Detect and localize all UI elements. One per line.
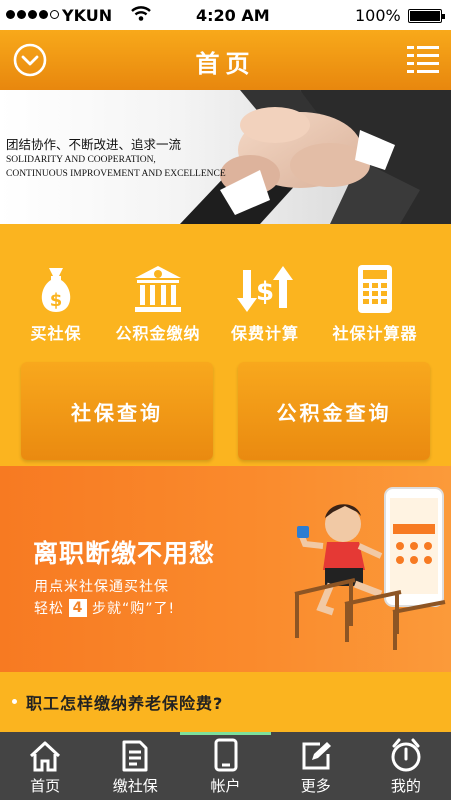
menu-list-icon[interactable]: [407, 44, 439, 74]
status-bar: YKUN 4:20 AM 100%: [0, 0, 451, 30]
promo-line2-prefix: 轻松: [34, 601, 64, 617]
tab-mine[interactable]: 我的: [361, 732, 451, 800]
service-social-insurance-calculator[interactable]: 社保计算器: [322, 264, 428, 344]
article-title: 职工怎样缴纳养老保险费?: [26, 694, 224, 713]
promo-line2: 轻松 4 步就“购”了!: [34, 598, 175, 618]
tab-label: 缴社保: [112, 777, 158, 795]
banner-slogan-en-line1: SOLIDARITY AND COOPERATION,: [6, 155, 156, 165]
nav-bar: 首页: [0, 30, 451, 90]
battery-percent: 100%: [355, 6, 401, 25]
svg-text:$: $: [50, 290, 63, 311]
clock-icon: [391, 738, 421, 772]
banner-carousel[interactable]: 团结协作、不断改进、追求一流 SOLIDARITY AND COOPERATIO…: [0, 90, 451, 224]
money-bag-icon: $: [41, 268, 71, 312]
promo-headline: 离职断缴不用愁: [33, 539, 216, 568]
service-premium-calculation[interactable]: $ 保费计算: [222, 264, 308, 344]
document-icon: [122, 740, 148, 772]
edit-icon: [302, 742, 331, 770]
svg-text:$: $: [256, 277, 274, 307]
banner-slogan-en: SOLIDARITY AND COOPERATION, CONTINUOUS I…: [6, 153, 226, 181]
tab-more[interactable]: 更多: [271, 732, 361, 800]
social-insurance-query-button[interactable]: 社保查询: [21, 362, 213, 460]
battery-icon: [408, 9, 445, 23]
service-housing-fund-payment[interactable]: 公积金缴纳: [103, 264, 213, 344]
wifi-icon: [131, 6, 151, 21]
article-item[interactable]: 职工怎样缴纳养老保险费?: [0, 672, 451, 732]
services-section: $ 买社保 公积金缴纳 $ 保费计算 社保计算器 社保查询 公积金查询: [0, 224, 451, 466]
service-label: 买社保: [30, 324, 82, 343]
tab-home[interactable]: 首页: [0, 732, 90, 800]
service-label: 社保计算器: [332, 324, 418, 343]
tab-label: 更多: [300, 777, 331, 795]
page-title: 首页: [195, 50, 256, 78]
tab-pay-social-insurance[interactable]: 缴社保: [90, 732, 180, 800]
banner-slogan-cn: 团结协作、不断改进、追求一流: [6, 137, 182, 152]
housing-fund-query-button[interactable]: 公积金查询: [238, 362, 430, 460]
status-time: 4:20 AM: [196, 6, 270, 25]
service-label: 公积金缴纳: [115, 324, 201, 343]
bullet-dot: [12, 699, 17, 704]
exchange-icon: $: [237, 266, 293, 312]
phone-icon: [214, 738, 237, 772]
carrier-name: YKUN: [62, 6, 113, 25]
service-buy-social-insurance[interactable]: $ 买社保: [26, 264, 86, 344]
tab-label: 我的: [390, 777, 421, 795]
hurdle-runner-illustration: [294, 487, 446, 650]
home-icon: [30, 741, 61, 772]
tab-bar: 首页 缴社保 帐户 更多 我的: [0, 732, 451, 800]
calculator-icon: [358, 265, 392, 313]
promo-line2-suffix: 步就“购”了!: [92, 601, 176, 617]
service-label: 保费计算: [230, 324, 299, 343]
tab-label: 首页: [30, 777, 61, 795]
banner-slogan-en-line2: CONTINUOUS IMPROVEMENT AND EXCELLENCE: [6, 169, 226, 179]
signal-strength-icon: [6, 10, 59, 19]
tab-label: 帐户: [210, 777, 241, 795]
promo-step-badge: 4: [69, 599, 87, 617]
promo-banner[interactable]: 离职断缴不用愁 用点米社保通买社保 轻松 4 步就“购”了!: [0, 466, 451, 672]
tab-account[interactable]: 帐户: [180, 732, 271, 800]
bank-icon: [135, 266, 181, 312]
promo-line1: 用点米社保通买社保: [34, 579, 169, 595]
